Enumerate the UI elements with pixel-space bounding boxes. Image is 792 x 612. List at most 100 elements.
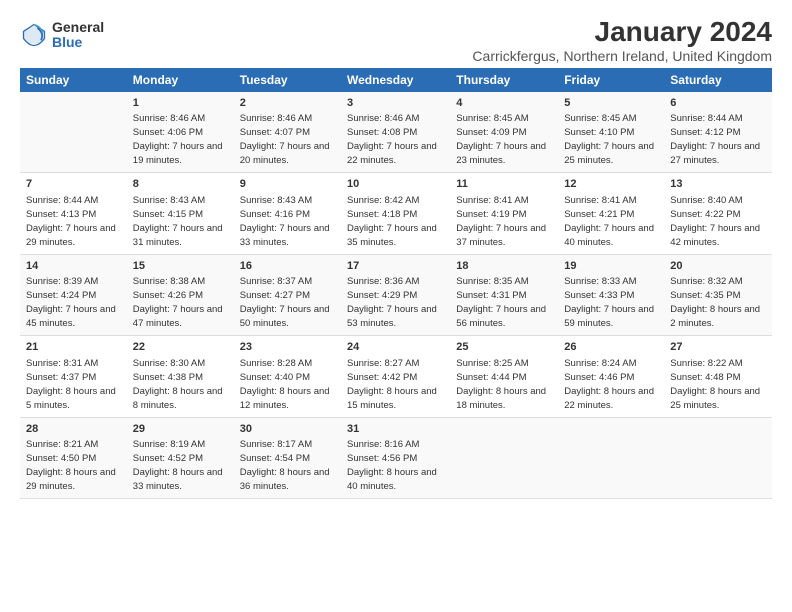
day-cell: 31 Sunrise: 8:16 AMSunset: 4:56 PMDaylig… <box>341 417 450 498</box>
day-cell: 19 Sunrise: 8:33 AMSunset: 4:33 PMDaylig… <box>558 254 664 335</box>
day-number: 31 <box>347 422 444 437</box>
day-number: 23 <box>240 340 335 355</box>
day-number: 22 <box>133 340 228 355</box>
day-number: 21 <box>26 340 121 355</box>
day-number: 19 <box>564 259 658 274</box>
day-info: Sunrise: 8:33 AMSunset: 4:33 PMDaylight:… <box>564 276 654 329</box>
day-cell: 23 Sunrise: 8:28 AMSunset: 4:40 PMDaylig… <box>234 336 341 417</box>
day-number: 4 <box>456 96 552 111</box>
day-cell: 10 Sunrise: 8:42 AMSunset: 4:18 PMDaylig… <box>341 173 450 254</box>
day-info: Sunrise: 8:19 AMSunset: 4:52 PMDaylight:… <box>133 439 223 492</box>
day-cell: 7 Sunrise: 8:44 AMSunset: 4:13 PMDayligh… <box>20 173 127 254</box>
week-row-5: 28 Sunrise: 8:21 AMSunset: 4:50 PMDaylig… <box>20 417 772 498</box>
day-number: 7 <box>26 177 121 192</box>
day-info: Sunrise: 8:22 AMSunset: 4:48 PMDaylight:… <box>670 358 760 411</box>
day-number: 2 <box>240 96 335 111</box>
day-number: 9 <box>240 177 335 192</box>
day-cell: 3 Sunrise: 8:46 AMSunset: 4:08 PMDayligh… <box>341 92 450 173</box>
calendar-table: Sunday Monday Tuesday Wednesday Thursday… <box>20 68 772 499</box>
day-info: Sunrise: 8:39 AMSunset: 4:24 PMDaylight:… <box>26 276 116 329</box>
day-cell: 2 Sunrise: 8:46 AMSunset: 4:07 PMDayligh… <box>234 92 341 173</box>
header-tuesday: Tuesday <box>234 68 341 92</box>
day-number: 13 <box>670 177 766 192</box>
day-number: 14 <box>26 259 121 274</box>
day-info: Sunrise: 8:37 AMSunset: 4:27 PMDaylight:… <box>240 276 330 329</box>
day-number: 25 <box>456 340 552 355</box>
day-cell <box>450 417 558 498</box>
day-info: Sunrise: 8:43 AMSunset: 4:15 PMDaylight:… <box>133 195 223 248</box>
day-number: 15 <box>133 259 228 274</box>
day-cell <box>20 92 127 173</box>
day-number: 12 <box>564 177 658 192</box>
day-info: Sunrise: 8:24 AMSunset: 4:46 PMDaylight:… <box>564 358 654 411</box>
header-saturday: Saturday <box>664 68 772 92</box>
logo-blue: Blue <box>52 35 104 50</box>
day-cell: 22 Sunrise: 8:30 AMSunset: 4:38 PMDaylig… <box>127 336 234 417</box>
day-cell <box>558 417 664 498</box>
day-number: 28 <box>26 422 121 437</box>
calendar-page: General Blue January 2024 Carrickfergus,… <box>0 0 792 612</box>
day-info: Sunrise: 8:17 AMSunset: 4:54 PMDaylight:… <box>240 439 330 492</box>
day-cell: 17 Sunrise: 8:36 AMSunset: 4:29 PMDaylig… <box>341 254 450 335</box>
day-number: 6 <box>670 96 766 111</box>
week-row-1: 1 Sunrise: 8:46 AMSunset: 4:06 PMDayligh… <box>20 92 772 173</box>
day-cell: 21 Sunrise: 8:31 AMSunset: 4:37 PMDaylig… <box>20 336 127 417</box>
day-number: 5 <box>564 96 658 111</box>
day-cell: 13 Sunrise: 8:40 AMSunset: 4:22 PMDaylig… <box>664 173 772 254</box>
day-info: Sunrise: 8:42 AMSunset: 4:18 PMDaylight:… <box>347 195 437 248</box>
day-info: Sunrise: 8:27 AMSunset: 4:42 PMDaylight:… <box>347 358 437 411</box>
day-cell: 14 Sunrise: 8:39 AMSunset: 4:24 PMDaylig… <box>20 254 127 335</box>
day-info: Sunrise: 8:32 AMSunset: 4:35 PMDaylight:… <box>670 276 760 329</box>
day-cell: 6 Sunrise: 8:44 AMSunset: 4:12 PMDayligh… <box>664 92 772 173</box>
day-number: 27 <box>670 340 766 355</box>
day-number: 3 <box>347 96 444 111</box>
day-cell: 18 Sunrise: 8:35 AMSunset: 4:31 PMDaylig… <box>450 254 558 335</box>
logo: General Blue <box>20 20 104 51</box>
day-cell: 12 Sunrise: 8:41 AMSunset: 4:21 PMDaylig… <box>558 173 664 254</box>
week-row-3: 14 Sunrise: 8:39 AMSunset: 4:24 PMDaylig… <box>20 254 772 335</box>
main-title: January 2024 <box>472 16 772 48</box>
day-cell: 30 Sunrise: 8:17 AMSunset: 4:54 PMDaylig… <box>234 417 341 498</box>
day-info: Sunrise: 8:30 AMSunset: 4:38 PMDaylight:… <box>133 358 223 411</box>
day-cell: 5 Sunrise: 8:45 AMSunset: 4:10 PMDayligh… <box>558 92 664 173</box>
day-cell: 16 Sunrise: 8:37 AMSunset: 4:27 PMDaylig… <box>234 254 341 335</box>
title-block: January 2024 Carrickfergus, Northern Ire… <box>472 16 772 64</box>
day-info: Sunrise: 8:46 AMSunset: 4:06 PMDaylight:… <box>133 113 223 166</box>
day-info: Sunrise: 8:41 AMSunset: 4:19 PMDaylight:… <box>456 195 546 248</box>
header-row: Sunday Monday Tuesday Wednesday Thursday… <box>20 68 772 92</box>
day-info: Sunrise: 8:44 AMSunset: 4:13 PMDaylight:… <box>26 195 116 248</box>
subtitle: Carrickfergus, Northern Ireland, United … <box>472 48 772 64</box>
day-info: Sunrise: 8:41 AMSunset: 4:21 PMDaylight:… <box>564 195 654 248</box>
day-info: Sunrise: 8:45 AMSunset: 4:09 PMDaylight:… <box>456 113 546 166</box>
day-info: Sunrise: 8:43 AMSunset: 4:16 PMDaylight:… <box>240 195 330 248</box>
day-cell: 15 Sunrise: 8:38 AMSunset: 4:26 PMDaylig… <box>127 254 234 335</box>
logo-icon <box>20 21 48 49</box>
day-info: Sunrise: 8:36 AMSunset: 4:29 PMDaylight:… <box>347 276 437 329</box>
day-cell: 27 Sunrise: 8:22 AMSunset: 4:48 PMDaylig… <box>664 336 772 417</box>
header-sunday: Sunday <box>20 68 127 92</box>
day-info: Sunrise: 8:35 AMSunset: 4:31 PMDaylight:… <box>456 276 546 329</box>
day-number: 24 <box>347 340 444 355</box>
day-cell: 20 Sunrise: 8:32 AMSunset: 4:35 PMDaylig… <box>664 254 772 335</box>
day-number: 1 <box>133 96 228 111</box>
day-number: 10 <box>347 177 444 192</box>
week-row-2: 7 Sunrise: 8:44 AMSunset: 4:13 PMDayligh… <box>20 173 772 254</box>
day-info: Sunrise: 8:25 AMSunset: 4:44 PMDaylight:… <box>456 358 546 411</box>
day-number: 29 <box>133 422 228 437</box>
day-number: 17 <box>347 259 444 274</box>
logo-general: General <box>52 20 104 35</box>
header-thursday: Thursday <box>450 68 558 92</box>
logo-text: General Blue <box>52 20 104 51</box>
day-number: 16 <box>240 259 335 274</box>
header-friday: Friday <box>558 68 664 92</box>
day-info: Sunrise: 8:40 AMSunset: 4:22 PMDaylight:… <box>670 195 760 248</box>
day-info: Sunrise: 8:31 AMSunset: 4:37 PMDaylight:… <box>26 358 116 411</box>
day-info: Sunrise: 8:28 AMSunset: 4:40 PMDaylight:… <box>240 358 330 411</box>
day-number: 30 <box>240 422 335 437</box>
day-info: Sunrise: 8:44 AMSunset: 4:12 PMDaylight:… <box>670 113 760 166</box>
day-cell: 28 Sunrise: 8:21 AMSunset: 4:50 PMDaylig… <box>20 417 127 498</box>
day-number: 11 <box>456 177 552 192</box>
day-info: Sunrise: 8:38 AMSunset: 4:26 PMDaylight:… <box>133 276 223 329</box>
day-number: 18 <box>456 259 552 274</box>
day-cell: 9 Sunrise: 8:43 AMSunset: 4:16 PMDayligh… <box>234 173 341 254</box>
